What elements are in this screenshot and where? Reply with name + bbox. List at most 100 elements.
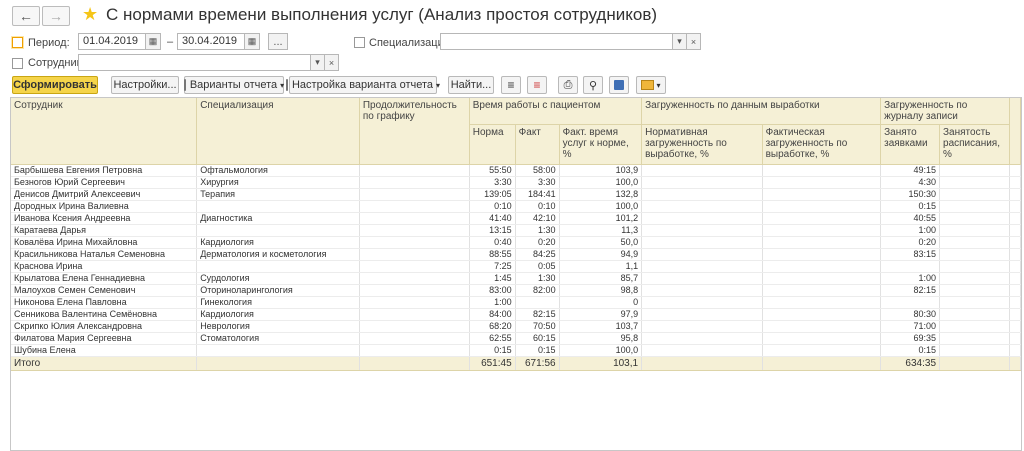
report-variants-button[interactable]: Варианты отчета ▾ <box>183 76 284 94</box>
cell-busy[interactable]: 0:20 <box>880 236 941 249</box>
cell-fact[interactable]: 82:15 <box>515 308 560 321</box>
cell-employee[interactable]: Шубина Елена <box>11 344 198 357</box>
cell-norm[interactable]: 13:15 <box>469 224 516 237</box>
cell-employee[interactable]: Дородных Ирина Валиевна <box>11 200 198 213</box>
cell-fact-load[interactable] <box>762 344 882 357</box>
cell-norm[interactable]: 139:05 <box>469 188 516 201</box>
table-row[interactable]: Ковалёва Ирина Михайловна Кардиология 0:40… <box>11 236 1021 249</box>
cell-filler[interactable] <box>1009 320 1021 333</box>
cell-schedule-pct[interactable] <box>939 332 1010 345</box>
cell-fact-load[interactable] <box>762 320 882 333</box>
cell-fact-pct[interactable]: 11,3 <box>559 224 643 237</box>
cell-norm[interactable]: 84:00 <box>469 308 516 321</box>
cell-fact-load[interactable] <box>762 164 882 177</box>
cell-spec[interactable]: Неврология <box>196 320 360 333</box>
cell-busy[interactable]: 71:00 <box>880 320 941 333</box>
cell-fact-load[interactable] <box>762 248 882 261</box>
cell-fact[interactable]: 1:30 <box>515 272 560 285</box>
date-to-calendar-button[interactable]: ▦ <box>244 33 260 50</box>
cell-spec[interactable] <box>196 260 360 273</box>
table-row[interactable]: Красильникова Наталья Семеновна Дерматоло… <box>11 248 1021 261</box>
cell-schedule-pct[interactable] <box>939 260 1010 273</box>
cell-spec[interactable]: Дерматология и косметология <box>196 248 360 261</box>
cell-fact-pct[interactable]: 95,8 <box>559 332 643 345</box>
cell-fact-load[interactable] <box>762 236 882 249</box>
table-row[interactable]: Филатова Мария Сергеевна Стоматология 62:5… <box>11 332 1021 345</box>
cell-duration[interactable] <box>359 320 470 333</box>
table-row[interactable]: Малоухов Семен Семенович Оториноларинголо… <box>11 284 1021 297</box>
cell-filler[interactable] <box>1009 260 1021 273</box>
cell-filler[interactable] <box>1009 344 1021 357</box>
cell-fact-load[interactable] <box>762 212 882 225</box>
cell-schedule-pct[interactable] <box>939 284 1010 297</box>
cell-fact-load[interactable] <box>762 308 882 321</box>
date-from-calendar-button[interactable]: ▦ <box>145 33 161 50</box>
cell-employee[interactable]: Иванова Ксения Андреевна <box>11 212 198 225</box>
cell-fact-load[interactable] <box>762 296 882 309</box>
cell-fact-pct[interactable]: 1,1 <box>559 260 643 273</box>
cell-norm[interactable]: 88:55 <box>469 248 516 261</box>
cell-fact-pct[interactable]: 0 <box>559 296 643 309</box>
cell-duration[interactable] <box>359 260 470 273</box>
cell-filler[interactable] <box>1009 272 1021 285</box>
cell-filler[interactable] <box>1009 176 1021 189</box>
cell-norm-load[interactable] <box>641 236 763 249</box>
cell-busy[interactable]: 82:15 <box>880 284 941 297</box>
cell-fact[interactable]: 3:30 <box>515 176 560 189</box>
report-spreadsheet[interactable]: Сотрудник Специализация Продолжительност… <box>10 97 1022 451</box>
table-row[interactable]: Шубина Елена 0:15 0:15 100,0 0:15 <box>11 344 1021 357</box>
cell-norm[interactable]: 83:00 <box>469 284 516 297</box>
cell-norm-load[interactable] <box>641 284 763 297</box>
cell-employee[interactable]: Краснова Ирина <box>11 260 198 273</box>
cell-duration[interactable] <box>359 308 470 321</box>
send-email-button[interactable]: ▾ <box>636 76 666 94</box>
cell-fact[interactable]: 42:10 <box>515 212 560 225</box>
cell-busy[interactable]: 1:00 <box>880 272 941 285</box>
cell-employee[interactable]: Барбышева Евгения Петровна <box>11 164 198 177</box>
cell-fact[interactable]: 1:30 <box>515 224 560 237</box>
employee-clear-button[interactable]: × <box>324 54 339 71</box>
cell-duration[interactable] <box>359 284 470 297</box>
cell-fact-pct[interactable]: 100,0 <box>559 200 643 213</box>
spec-dropdown-button[interactable]: ▾ <box>672 33 687 50</box>
cell-duration[interactable] <box>359 176 470 189</box>
cell-norm-load[interactable] <box>641 344 763 357</box>
cell-busy[interactable]: 80:30 <box>880 308 941 321</box>
cell-fact[interactable]: 70:50 <box>515 320 560 333</box>
table-row[interactable]: Никонова Елена Павловна Гинекология 1:00 0 <box>11 296 1021 309</box>
favorite-star-icon[interactable]: ★ <box>82 4 98 25</box>
cell-fact-load[interactable] <box>762 200 882 213</box>
cell-duration[interactable] <box>359 236 470 249</box>
cell-norm[interactable]: 1:00 <box>469 296 516 309</box>
cell-spec[interactable]: Терапия <box>196 188 360 201</box>
cell-norm[interactable]: 41:40 <box>469 212 516 225</box>
preview-button[interactable]: ⚲ <box>583 76 603 94</box>
cell-norm[interactable]: 3:30 <box>469 176 516 189</box>
cell-schedule-pct[interactable] <box>939 296 1010 309</box>
cell-employee[interactable]: Скрипко Юлия Александровна <box>11 320 198 333</box>
cell-spec[interactable]: Оториноларингология <box>196 284 360 297</box>
find-button[interactable]: Найти... <box>448 76 494 94</box>
cell-schedule-pct[interactable] <box>939 200 1010 213</box>
cell-filler[interactable] <box>1009 296 1021 309</box>
cell-employee[interactable]: Филатова Мария Сергеевна <box>11 332 198 345</box>
spec-input[interactable] <box>440 33 673 50</box>
table-row[interactable]: Каратаева Дарья 13:15 1:30 11,3 1:00 <box>11 224 1021 237</box>
cell-filler[interactable] <box>1009 224 1021 237</box>
cell-busy[interactable] <box>880 296 941 309</box>
cell-employee[interactable]: Малоухов Семен Семенович <box>11 284 198 297</box>
cell-norm-load[interactable] <box>641 224 763 237</box>
cell-fact[interactable]: 184:41 <box>515 188 560 201</box>
cell-busy[interactable]: 4:30 <box>880 176 941 189</box>
table-row[interactable]: Иванова Ксения Андреевна Диагностика 41:40… <box>11 212 1021 225</box>
cell-norm-load[interactable] <box>641 320 763 333</box>
cell-norm-load[interactable] <box>641 332 763 345</box>
employee-dropdown-button[interactable]: ▾ <box>310 54 325 71</box>
cell-norm[interactable]: 0:40 <box>469 236 516 249</box>
cell-norm[interactable]: 55:50 <box>469 164 516 177</box>
cell-fact-pct[interactable]: 85,7 <box>559 272 643 285</box>
cell-fact-pct[interactable]: 94,9 <box>559 248 643 261</box>
cell-filler[interactable] <box>1009 164 1021 177</box>
cell-schedule-pct[interactable] <box>939 164 1010 177</box>
cell-fact[interactable]: 60:15 <box>515 332 560 345</box>
